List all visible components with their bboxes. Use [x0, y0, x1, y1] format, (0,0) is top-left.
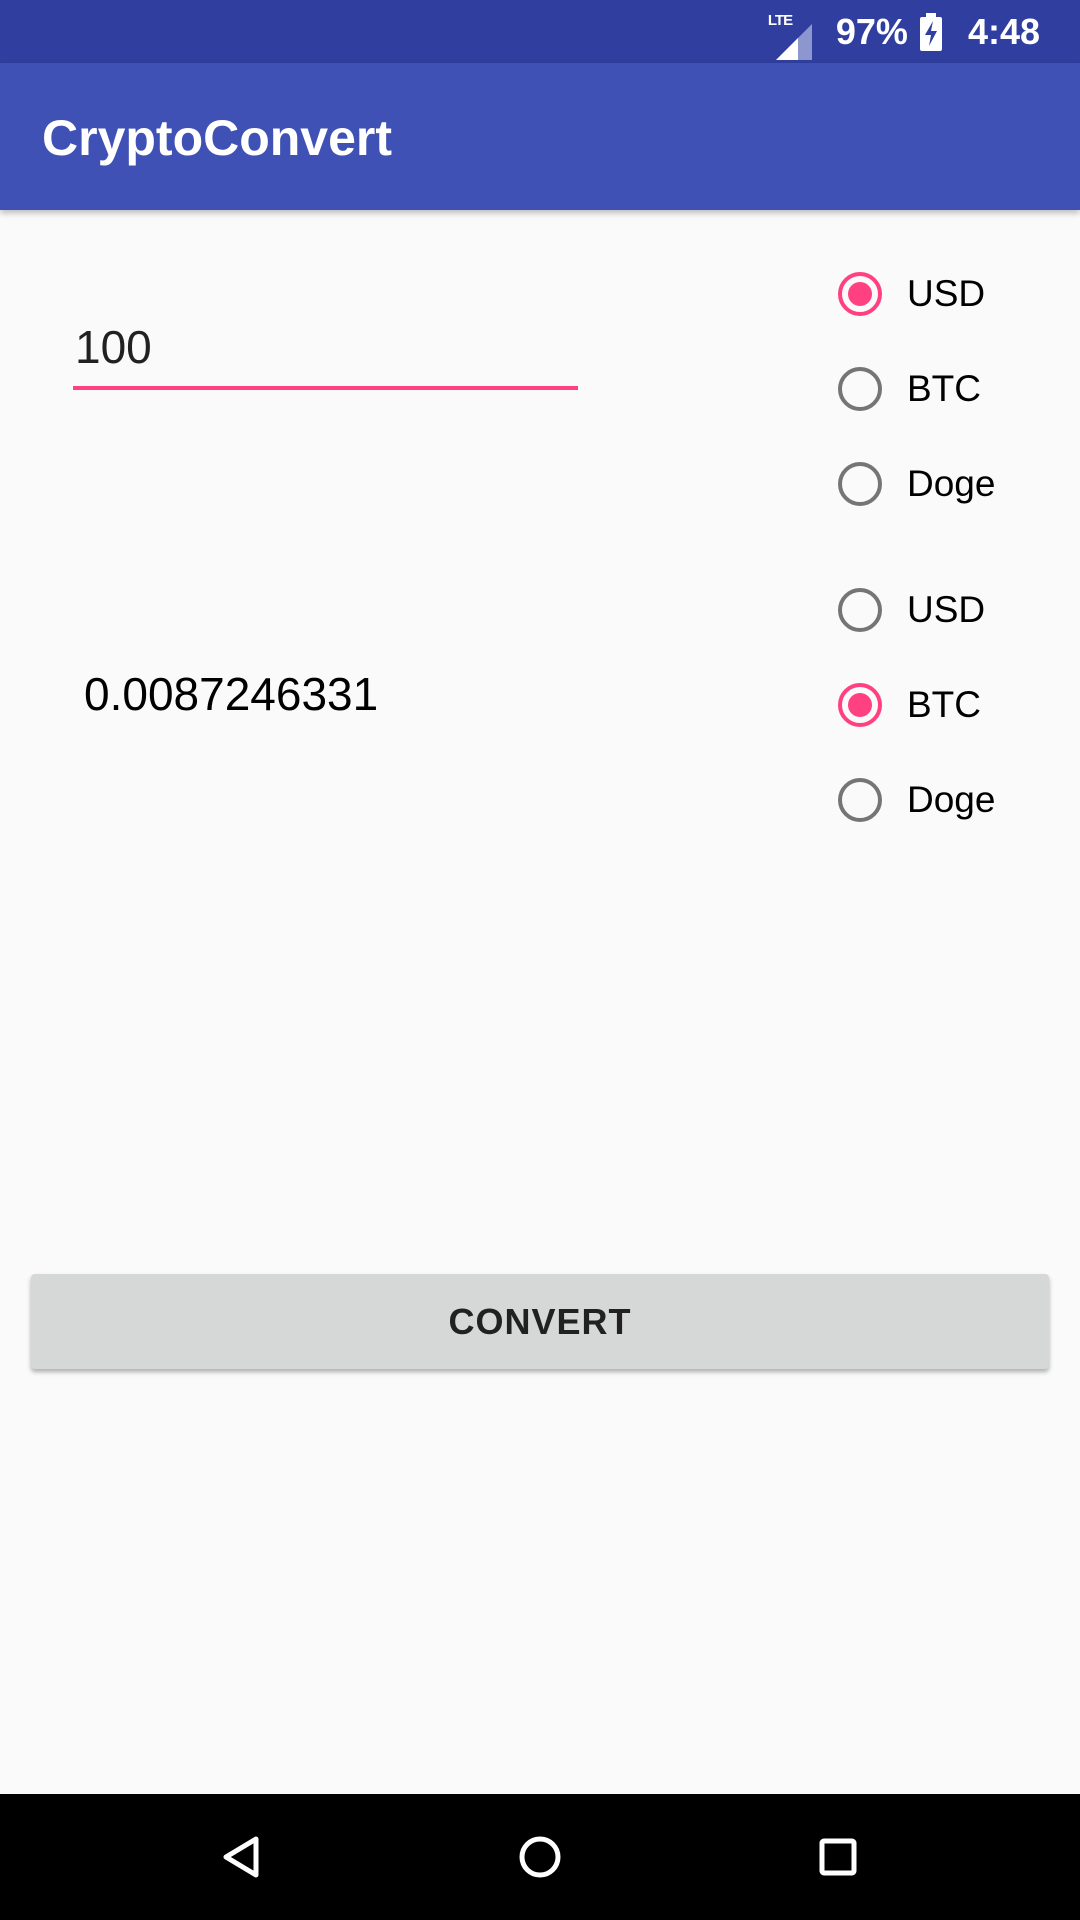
to-radio-doge[interactable]: Doge: [838, 770, 995, 830]
from-radio-btc-label: BTC: [907, 368, 981, 409]
radio-unchecked-icon[interactable]: [838, 588, 882, 632]
battery-percentage: 97%: [835, 10, 908, 52]
radio-unchecked-icon[interactable]: [838, 462, 882, 506]
battery-charging-icon: [919, 12, 942, 51]
from-radio-doge-label: Doge: [907, 463, 996, 504]
home-icon[interactable]: [505, 1822, 575, 1892]
status-bar: LTE 97% 4:48: [0, 0, 1080, 63]
to-radio-usd-label: USD: [907, 589, 986, 630]
from-radio-doge[interactable]: Doge: [838, 454, 995, 514]
to-radio-doge-label: Doge: [907, 779, 996, 820]
app-title: CryptoConvert: [42, 110, 393, 166]
radio-checked-icon[interactable]: [838, 272, 882, 316]
to-radio-usd[interactable]: USD: [838, 580, 985, 640]
to-radio-btc-label: BTC: [907, 684, 981, 725]
radio-unchecked-icon[interactable]: [838, 778, 882, 822]
radio-checked-icon[interactable]: [838, 683, 882, 727]
amount-input[interactable]: [73, 314, 578, 390]
recents-icon[interactable]: [803, 1822, 873, 1892]
conversion-result: 0.0087246331: [84, 668, 379, 720]
app-bar: CryptoConvert: [0, 63, 1080, 210]
convert-button[interactable]: CONVERT: [31, 1274, 1049, 1369]
navigation-bar: [0, 1794, 1080, 1920]
from-radio-usd[interactable]: USD: [838, 264, 985, 324]
back-icon[interactable]: [206, 1822, 276, 1892]
lte-signal-icon: LTE: [768, 12, 816, 60]
from-radio-btc[interactable]: BTC: [838, 359, 981, 419]
to-radio-btc[interactable]: BTC: [838, 675, 981, 735]
radio-unchecked-icon[interactable]: [838, 367, 882, 411]
status-icons: LTE 97% 4:48: [768, 0, 1040, 63]
from-radio-usd-label: USD: [907, 273, 986, 314]
status-clock: 4:48: [967, 10, 1040, 52]
